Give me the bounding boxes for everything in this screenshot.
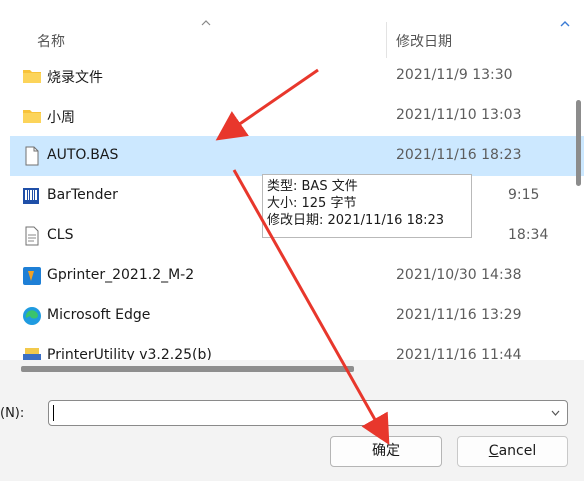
vertical-scrollbar-thumb[interactable] xyxy=(576,100,581,186)
file-name: BarTender xyxy=(47,187,118,203)
sort-ascending-icon xyxy=(201,20,211,26)
column-header-row: 名称 修改日期 xyxy=(0,20,584,58)
file-name: PrinterUtility v3.2.25(b) xyxy=(47,347,212,360)
file-name: AUTO.BAS xyxy=(47,147,119,163)
file-name: Microsoft Edge xyxy=(47,307,151,323)
file-row-gprinter[interactable]: Gprinter_2021.2_M-2 2021/10/30 14:38 xyxy=(10,256,584,296)
date-column-header[interactable]: 修改日期 xyxy=(396,31,452,51)
gprinter-icon xyxy=(23,267,41,285)
edge-icon xyxy=(23,307,41,325)
filename-label: (N): xyxy=(0,406,25,421)
file-name: 烧录文件 xyxy=(47,70,103,86)
file-date: 2021/11/9 13:30 xyxy=(396,67,513,83)
folder-icon xyxy=(23,110,41,123)
file-date: 18:34 xyxy=(508,227,549,243)
file-name: Gprinter_2021.2_M-2 xyxy=(47,267,195,283)
tooltip-modified: 修改日期: 2021/11/16 18:23 xyxy=(267,213,445,228)
file-row-edge[interactable]: Microsoft Edge 2021/11/16 13:29 xyxy=(10,296,584,336)
file-info-tooltip: 类型: BAS 文件 大小: 125 字节 修改日期: 2021/11/16 1… xyxy=(262,174,472,238)
file-row-shaolu[interactable]: 烧录文件 2021/11/9 13:30 xyxy=(10,56,584,96)
file-row-xiaozhou[interactable]: 小周 2021/11/10 13:03 xyxy=(10,96,584,136)
cancel-button[interactable]: Cancel xyxy=(457,436,568,467)
filename-input[interactable] xyxy=(48,400,568,426)
file-date: 2021/11/10 13:03 xyxy=(396,107,522,123)
text-caret xyxy=(53,405,54,421)
cancel-label-rest: ancel xyxy=(498,443,537,459)
file-date: 9:15 xyxy=(508,187,540,203)
file-name: 小周 xyxy=(47,110,75,126)
file-date: 2021/11/16 11:44 xyxy=(396,347,522,360)
cancel-mnemonic: C xyxy=(488,443,499,459)
tooltip-size: 大小: 125 字节 xyxy=(267,196,357,211)
file-row-printerutility[interactable]: PrinterUtility v3.2.25(b) 2021/11/16 11:… xyxy=(10,336,584,360)
file-icon xyxy=(25,146,39,166)
folder-icon xyxy=(23,70,41,83)
file-date: 2021/11/16 13:29 xyxy=(396,307,522,323)
confirm-button[interactable]: 确定 xyxy=(330,436,442,467)
file-name: CLS xyxy=(47,227,74,243)
column-divider[interactable] xyxy=(386,22,387,58)
horizontal-scrollbar[interactable] xyxy=(0,360,584,382)
chevron-down-icon[interactable] xyxy=(551,410,560,416)
name-column-header[interactable]: 名称 xyxy=(37,31,65,51)
file-row-auto-bas[interactable]: AUTO.BAS 2021/11/16 18:23 xyxy=(10,136,584,176)
printer-icon xyxy=(23,348,41,360)
file-date: 2021/10/30 14:38 xyxy=(396,267,522,283)
dialog-footer: (N): 确定 Cancel xyxy=(0,382,584,481)
file-date: 2021/11/16 18:23 xyxy=(396,147,522,163)
bartender-icon xyxy=(23,188,39,204)
tooltip-type: 类型: BAS 文件 xyxy=(267,179,358,194)
chevron-up-icon xyxy=(560,21,570,27)
document-icon xyxy=(25,226,39,246)
horizontal-scrollbar-thumb[interactable] xyxy=(21,366,354,372)
